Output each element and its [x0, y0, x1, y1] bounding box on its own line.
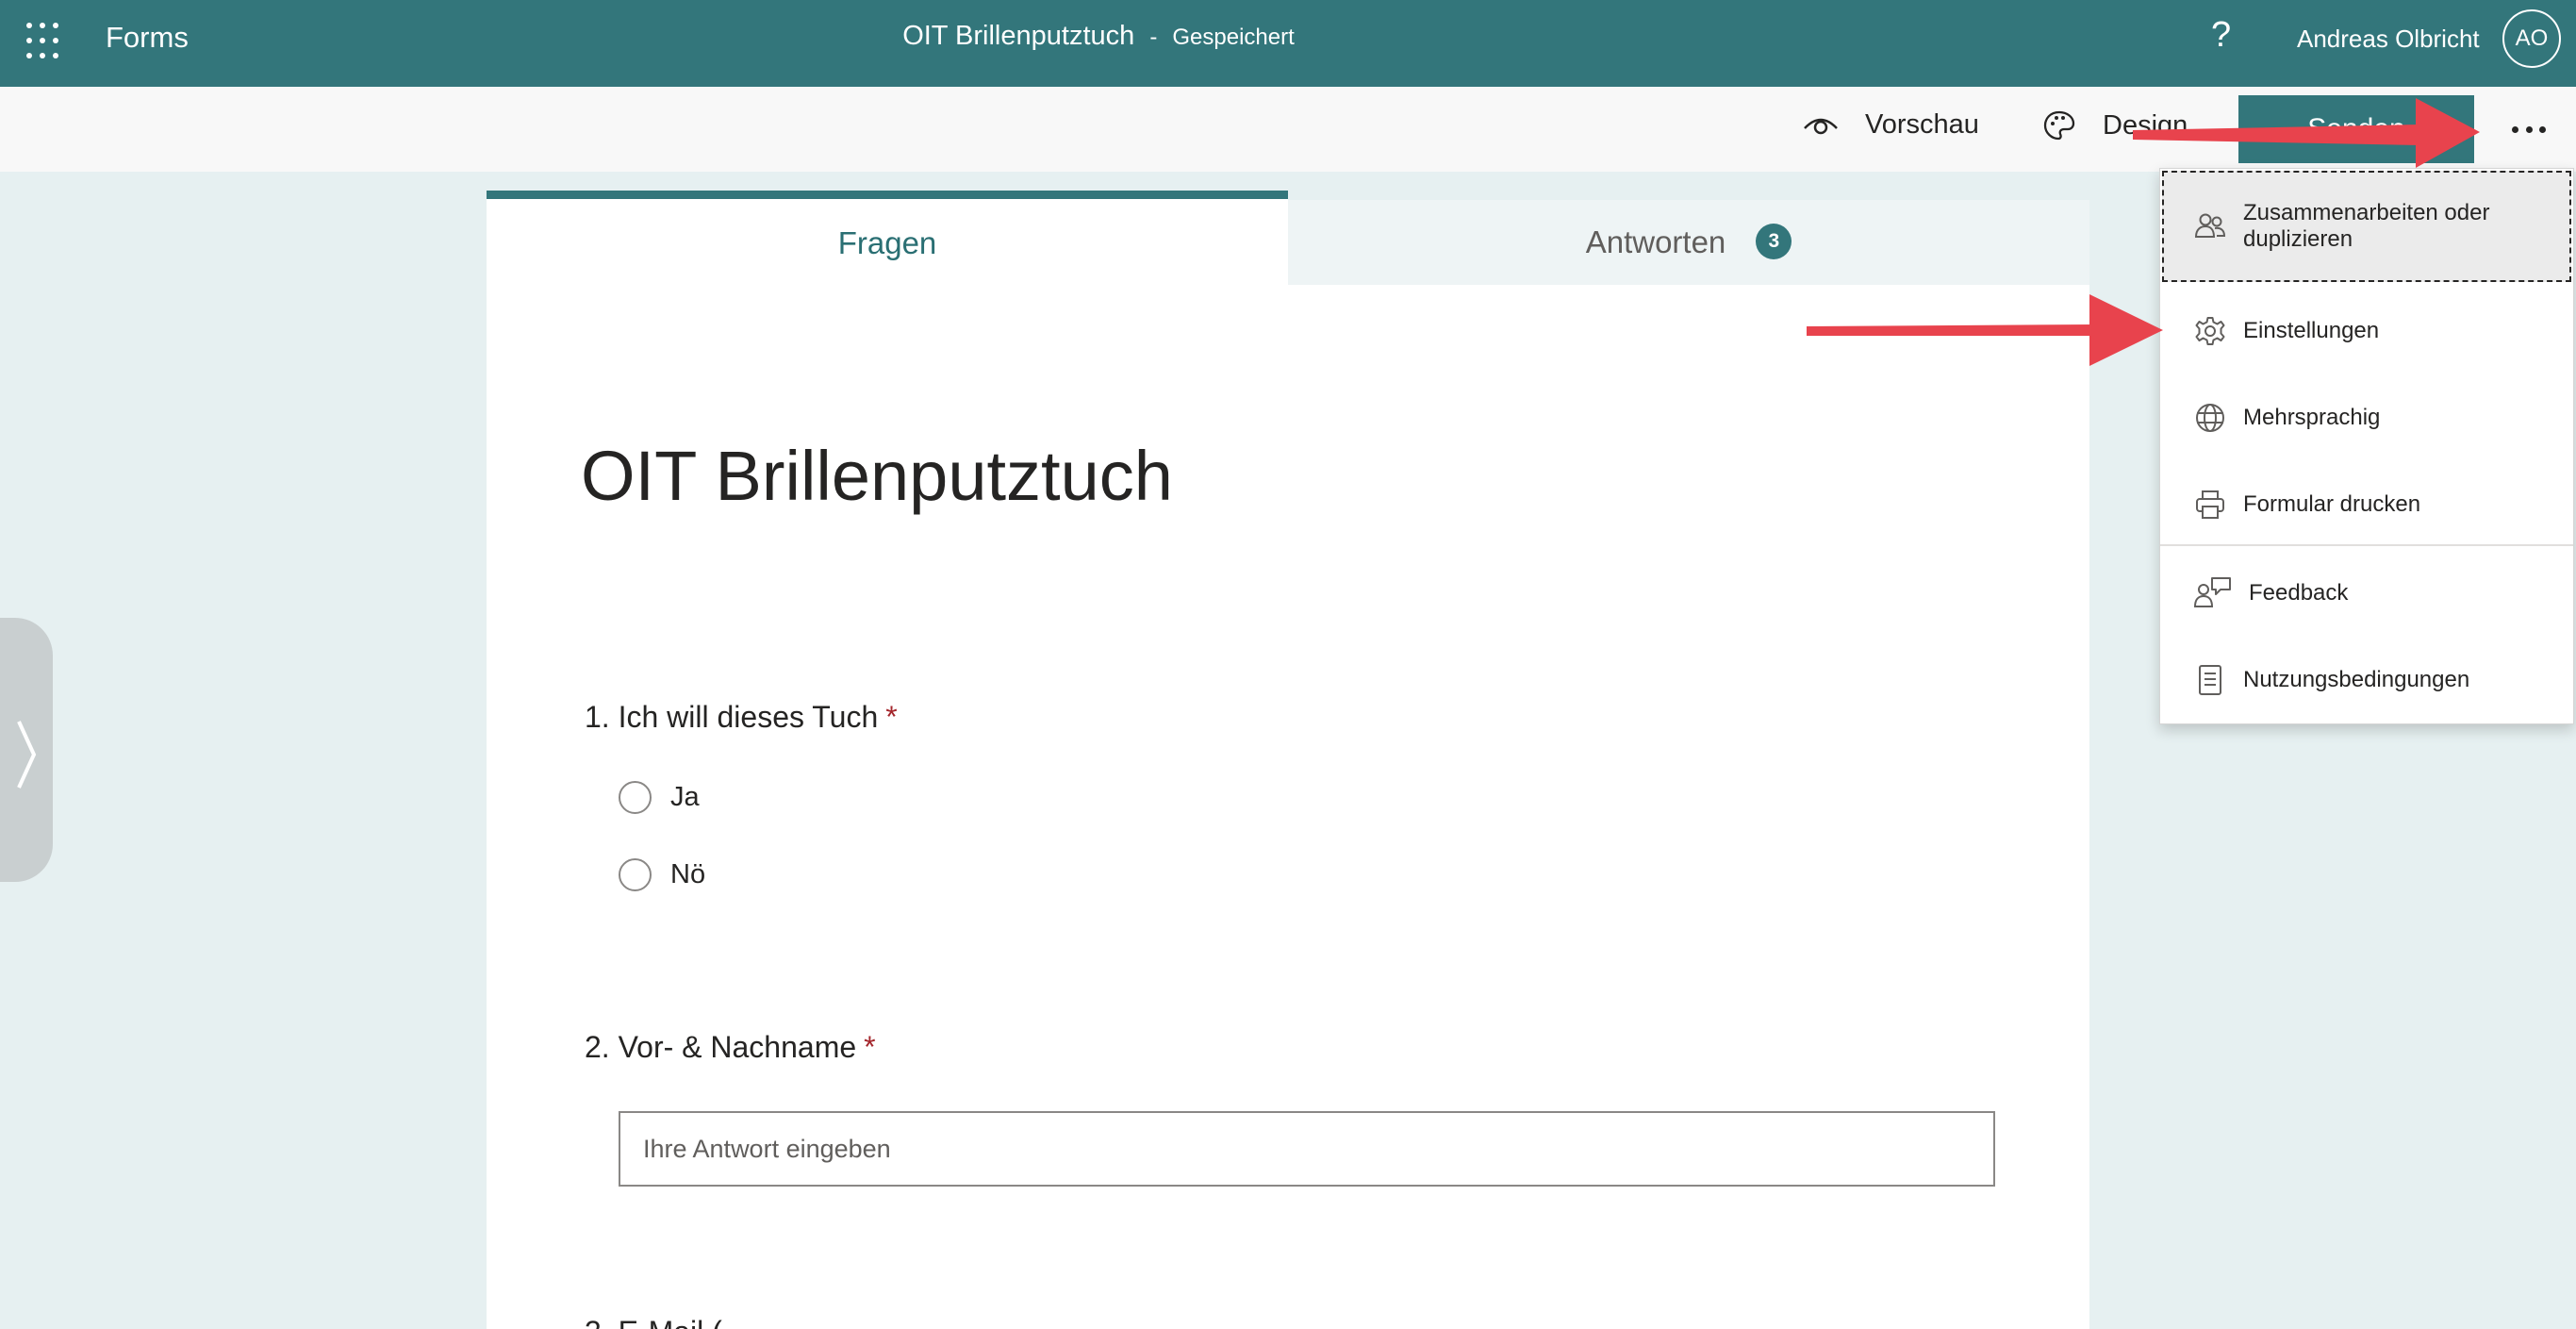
user-name[interactable]: Andreas Olbricht	[2297, 25, 2480, 54]
preview-label: Vorschau	[1865, 109, 1979, 140]
document-icon	[2199, 665, 2221, 695]
question-2: 2. Vor- & Nachname *	[585, 1030, 876, 1065]
radio-button[interactable]	[619, 858, 652, 891]
send-button[interactable]: Senden	[2238, 95, 2474, 163]
avatar[interactable]: AO	[2502, 9, 2561, 68]
form-card: OIT Brillenputztuch 1. Ich will dieses T…	[487, 285, 2089, 1329]
form-title[interactable]: OIT Brillenputztuch	[581, 436, 1173, 516]
title-separator: -	[1149, 25, 1158, 50]
globe-icon	[2196, 404, 2224, 432]
menu-item-label: Mehrsprachig	[2243, 405, 2381, 430]
option-noe[interactable]: Nö	[619, 858, 705, 891]
question-1: 1. Ich will dieses Tuch *	[585, 700, 898, 735]
menu-item-feedback[interactable]: Feedback	[2160, 573, 2573, 614]
tab-answers[interactable]: Antworten 3	[1288, 200, 2089, 285]
printer-icon	[2196, 490, 2224, 519]
command-bar: Vorschau Design	[0, 87, 2576, 172]
chevron-right-icon	[17, 721, 37, 789]
side-panel-toggle[interactable]	[0, 618, 53, 882]
question-3-label: 3. E-Mail (	[585, 1315, 722, 1329]
menu-item-label: Einstellungen	[2243, 318, 2380, 343]
menu-item-label: Zusammenarbeiten oder duplizieren	[2243, 200, 2490, 252]
feedback-icon	[2194, 577, 2231, 607]
more-options-icon[interactable]	[2508, 113, 2550, 145]
top-bar: Forms OIT Brillenputztuch - Gespeichert …	[0, 0, 2576, 87]
answers-count-badge: 3	[1756, 224, 1792, 260]
gear-icon	[2195, 317, 2225, 345]
required-marker: *	[864, 1030, 876, 1064]
palette-icon	[2043, 110, 2075, 141]
menu-item-terms[interactable]: Nutzungsbedingungen	[2160, 659, 2573, 701]
menu-item-multilingual[interactable]: Mehrsprachig	[2160, 397, 2573, 439]
document-title[interactable]: OIT Brillenputztuch	[902, 21, 1134, 51]
question-1-label: 1. Ich will dieses Tuch	[585, 700, 879, 734]
people-icon	[2194, 213, 2226, 238]
option-ja[interactable]: Ja	[619, 781, 700, 814]
menu-item-settings[interactable]: Einstellungen	[2160, 310, 2573, 352]
menu-item-label: Feedback	[2249, 580, 2349, 606]
option-label: Ja	[670, 782, 700, 812]
question-2-label: 2. Vor- & Nachname	[585, 1030, 857, 1064]
menu-item-label: Nutzungsbedingungen	[2243, 667, 2470, 692]
eye-icon	[1804, 118, 1838, 134]
name-input[interactable]	[619, 1111, 1995, 1187]
more-options-menu: Zusammenarbeiten oder duplizieren Einste…	[2159, 168, 2574, 724]
tab-answers-label: Antworten	[1585, 224, 1726, 259]
option-label: Nö	[670, 859, 706, 889]
menu-item-print[interactable]: Formular drucken	[2160, 484, 2573, 525]
menu-item-label: Formular drucken	[2243, 491, 2421, 517]
tab-questions[interactable]: Fragen	[487, 191, 1288, 285]
required-marker: *	[885, 700, 898, 734]
save-status: Gespeichert	[1172, 25, 1295, 50]
menu-item-collaborate[interactable]: Zusammenarbeiten oder duplizieren	[2162, 171, 2571, 282]
preview-button[interactable]: Vorschau	[1803, 109, 1979, 141]
menu-divider	[2160, 544, 2573, 546]
design-label: Design	[2103, 109, 2188, 141]
radio-button[interactable]	[619, 781, 652, 814]
design-button[interactable]: Design	[2042, 109, 2188, 141]
form-tabs: Fragen Antworten 3	[487, 191, 2089, 285]
document-title-group: OIT Brillenputztuch - Gespeichert	[0, 21, 2197, 52]
help-icon[interactable]: ?	[2211, 15, 2231, 56]
tab-questions-label: Fragen	[837, 225, 937, 260]
